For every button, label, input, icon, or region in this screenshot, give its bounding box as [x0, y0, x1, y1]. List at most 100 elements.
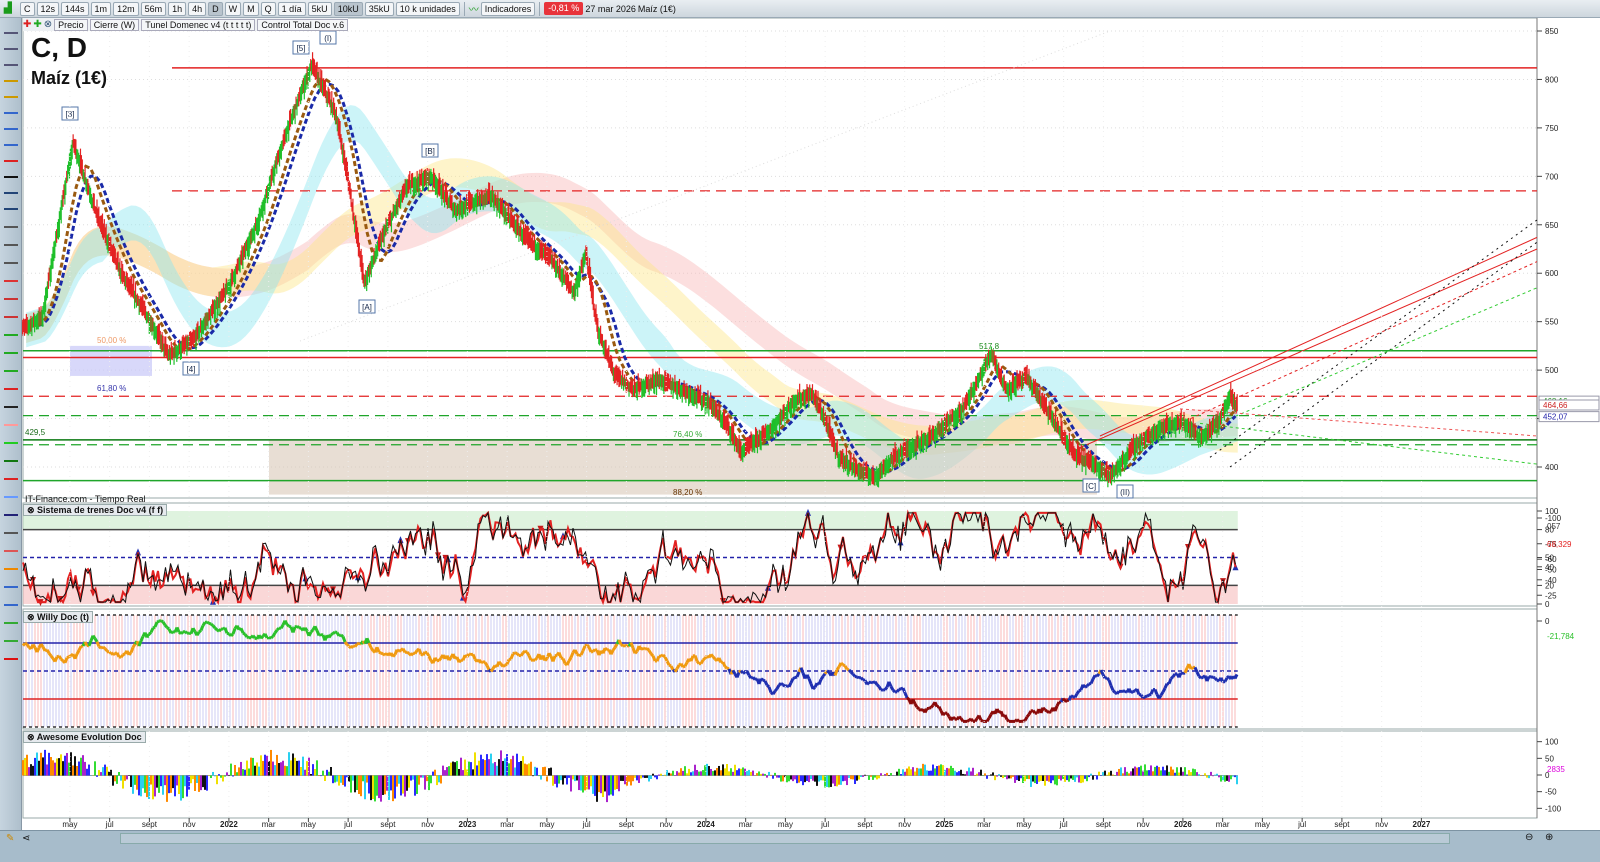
willy-line [613, 643, 619, 649]
drawing-tool-icon[interactable] [4, 90, 18, 98]
willy-line [811, 686, 817, 691]
drawing-tool-icon[interactable] [4, 58, 18, 66]
symbol-select[interactable]: C [20, 1, 35, 16]
drawing-tool-icon[interactable] [4, 310, 18, 318]
drawing-tool-icon[interactable] [4, 26, 18, 34]
willy-line [206, 620, 210, 625]
interval-button-M[interactable]: M [243, 1, 259, 16]
interval-button-144s[interactable]: 144s [61, 1, 89, 16]
unit-button-10kU[interactable]: 10kU [333, 1, 363, 16]
drawing-tool-icon[interactable] [4, 186, 18, 194]
drawing-tool-icon[interactable] [4, 400, 18, 408]
willy-line [31, 643, 37, 649]
drawing-tool-icon[interactable] [4, 598, 18, 606]
drawing-tool-icon[interactable] [4, 508, 18, 516]
willy-line [835, 666, 841, 671]
indicators-icon[interactable]: 〰 [469, 1, 479, 16]
drawing-tool-icon[interactable] [4, 436, 18, 444]
zoom-in-icon[interactable]: ⊕ [1545, 832, 1553, 843]
interval-button-W[interactable]: W [224, 1, 242, 16]
willy-line [1183, 667, 1189, 674]
drawing-tool-icon[interactable] [4, 454, 18, 462]
period-select[interactable]: 1 día [277, 1, 306, 16]
drawing-tool-icon[interactable] [4, 42, 18, 50]
share-icon[interactable]: ⋖ [22, 833, 30, 844]
willy-line [683, 661, 689, 667]
drawing-tool-icon[interactable] [4, 220, 18, 228]
drawing-tool-icon[interactable] [4, 274, 18, 282]
drawing-tool-icon[interactable] [4, 154, 18, 162]
drawing-tool-icon[interactable] [4, 328, 18, 336]
chart-canvas[interactable]: 400450500550600650700750800850[3][5](I)[… [0, 0, 1600, 862]
interval-button-D[interactable]: D [208, 1, 223, 16]
willy-line [483, 661, 489, 667]
drawing-tool-icon[interactable] [4, 544, 18, 552]
drawing-tool-icon[interactable] [4, 106, 18, 114]
panel-willy-title[interactable]: ⊗ Willy Doc (t) [23, 611, 93, 623]
drawing-tool-icon[interactable] [4, 472, 18, 480]
willy-line [1031, 709, 1037, 714]
indicators-button[interactable]: Indicadores [480, 1, 536, 16]
legend-control[interactable]: Control Total Doc v.6 [257, 18, 349, 31]
interval-button-Q[interactable]: Q [260, 1, 276, 16]
drawing-tool-icon[interactable] [4, 74, 18, 82]
pencil-icon[interactable]: ✎ [6, 833, 14, 844]
willy-line [966, 719, 970, 723]
add-green-icon[interactable]: ✚ [33, 19, 41, 30]
drawing-tool-icon[interactable] [4, 122, 18, 130]
drawing-tool-icon[interactable] [4, 418, 18, 426]
drawing-tool-icon[interactable] [4, 652, 18, 660]
drawing-tool-icon[interactable] [4, 364, 18, 372]
panel-awesome-title[interactable]: ⊗ Awesome Evolution Doc [23, 731, 146, 743]
unit-button-5kU[interactable]: 5kU [307, 1, 332, 16]
add-icon[interactable]: ✚ [23, 19, 31, 30]
zoom-out-icon[interactable]: ⊖ [1525, 832, 1533, 843]
willy-line [485, 664, 491, 671]
interval-button-1m[interactable]: 1m [90, 1, 112, 16]
interval-button-56m[interactable]: 56m [140, 1, 167, 16]
drawing-tool-icon[interactable] [4, 634, 18, 642]
drawing-tool-icon[interactable] [4, 238, 18, 246]
units-select[interactable]: 10 k unidades [395, 1, 460, 16]
willy-line [327, 633, 333, 639]
legend-price[interactable]: Precio [54, 18, 88, 31]
interval-button-4h[interactable]: 4h [188, 1, 207, 16]
drawing-tool-icon[interactable] [4, 256, 18, 264]
willy-line [901, 687, 907, 694]
willy-line [724, 665, 728, 670]
panel-trenes-title[interactable]: ⊗ Sistema de trenes Doc v4 (f f) [23, 504, 168, 516]
unit-button-35kU[interactable]: 35kU [364, 1, 394, 16]
willy-line [620, 643, 624, 648]
willy-line [49, 654, 55, 660]
willy-line [663, 656, 669, 662]
willy-line [1084, 684, 1088, 689]
drawing-tool-icon[interactable] [4, 138, 18, 146]
interval-button-12s[interactable]: 12s [36, 1, 60, 16]
drawing-tool-icon[interactable] [4, 382, 18, 390]
drawing-tool-icon[interactable] [4, 170, 18, 178]
drawing-tool-icon[interactable] [4, 616, 18, 624]
willy-line [291, 626, 297, 634]
drawing-tool-icon[interactable] [4, 490, 18, 498]
willy-line [270, 635, 274, 640]
willy-line [699, 659, 705, 665]
time-axis-label: mar [739, 820, 753, 829]
drawing-tool-icon[interactable] [4, 526, 18, 534]
drawing-tool-icon[interactable] [4, 580, 18, 588]
drawing-tool-icon[interactable] [4, 202, 18, 210]
legend-close[interactable]: Cierre (W) [89, 18, 140, 31]
willy-line [179, 630, 185, 635]
legend-tunnel[interactable]: Tunel Domenec v4 (t t t t t) [141, 18, 256, 31]
drawing-tool-icon[interactable] [4, 346, 18, 354]
chart-type-icon[interactable]: ▟ [4, 3, 18, 14]
interval-button-1h[interactable]: 1h [168, 1, 187, 16]
willy-line [24, 641, 28, 646]
panel-tick-label: 100 [1545, 738, 1559, 747]
willy-line [175, 626, 181, 633]
drawing-tool-icon[interactable] [4, 292, 18, 300]
drawing-tool-icon[interactable] [4, 562, 18, 570]
interval-button-12m[interactable]: 12m [113, 1, 139, 16]
horizontal-scrollbar[interactable] [120, 833, 1450, 844]
willy-line [1223, 677, 1229, 683]
close-icon[interactable]: ⊗ [44, 19, 52, 30]
